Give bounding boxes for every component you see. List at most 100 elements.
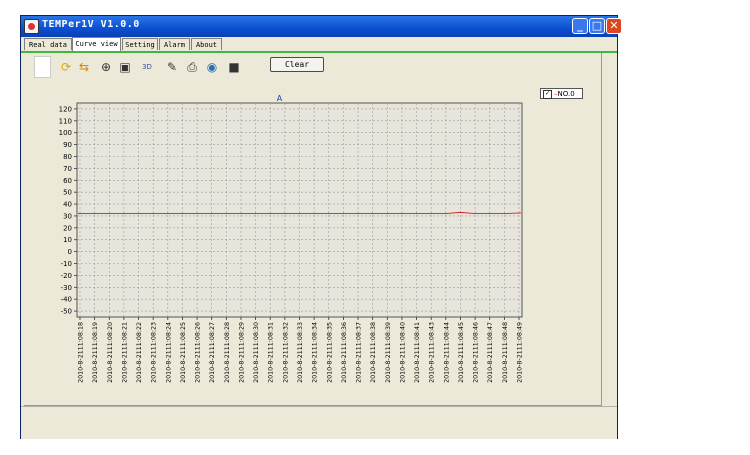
data-point — [225, 212, 227, 215]
x-tick-label: 2010-8-2111:08:49 — [517, 322, 524, 383]
y-tick-label: 100 — [59, 129, 72, 137]
x-tick-label: 2010-8-2111:08:34 — [312, 322, 319, 383]
y-tick-label: -20 — [61, 272, 72, 280]
y-tick-label: -30 — [61, 284, 72, 292]
move-icon[interactable]: ⇆ — [76, 59, 92, 75]
y-tick-label: 40 — [63, 201, 72, 209]
data-point — [328, 212, 330, 215]
x-tick-label: 2010-8-2111:08:18 — [78, 322, 85, 383]
y-tick-label: 70 — [63, 165, 72, 173]
y-tick-label: 90 — [63, 141, 72, 149]
chart-title: A — [277, 95, 283, 103]
data-point — [313, 212, 315, 215]
x-tick-label: 2010-8-2111:08:38 — [370, 322, 377, 383]
data-point — [386, 212, 388, 215]
save-icon[interactable]: ■ — [226, 59, 242, 75]
y-tick-label: 60 — [63, 177, 72, 185]
x-tick-label: 2010-8-2111:08:26 — [195, 322, 202, 383]
y-tick-label: 30 — [63, 212, 72, 220]
data-point — [255, 212, 257, 215]
y-tick-label: 110 — [59, 117, 72, 125]
x-tick-label: 2010-8-2111:08:27 — [209, 322, 216, 383]
x-tick-label: 2010-8-2111:08:36 — [341, 322, 348, 383]
y-tick-label: 120 — [59, 105, 72, 113]
data-point — [445, 212, 447, 215]
fit-icon[interactable]: ▣ — [117, 59, 133, 75]
data-point — [79, 212, 81, 215]
data-point — [269, 212, 271, 215]
y-tick-label: -40 — [61, 296, 72, 304]
tab-about[interactable]: About — [191, 38, 222, 50]
3d-icon[interactable]: 3D — [139, 59, 155, 75]
x-tick-label: 2010-8-2111:08:23 — [151, 322, 158, 383]
y-tick-label: 0 — [68, 248, 72, 256]
y-tick-label: 50 — [63, 189, 72, 197]
y-tick-label: 20 — [63, 224, 72, 232]
curve-chart: A1201101009080706050403020100-10-20-30-4… — [59, 95, 524, 383]
zoom-in-icon[interactable]: ⊕ — [98, 59, 114, 75]
data-point — [503, 212, 505, 215]
data-point — [401, 212, 403, 215]
tab-alarm[interactable]: Alarm — [159, 38, 190, 50]
curve-view-panel: ⟳ ⇆ ⊕ ▣ 3D ✎ ⎙ ◉ ■ Clear ✓ –NO.0 A 120 110 1… — [24, 53, 602, 406]
refresh-icon[interactable]: ⟳ — [58, 59, 74, 75]
x-tick-label: 2010-8-2111:08:32 — [282, 322, 289, 383]
x-tick-label: 2010-8-2111:08:35 — [326, 322, 333, 383]
x-tick-label: 2010-8-2111:08:48 — [502, 322, 509, 383]
x-tick-label: 2010-8-2111:08:43 — [429, 322, 436, 383]
x-tick-label: 2010-8-2111:08:29 — [238, 322, 245, 383]
data-point — [372, 212, 374, 215]
data-point — [152, 212, 154, 215]
data-point — [430, 212, 432, 215]
data-point — [196, 212, 198, 215]
data-point — [108, 212, 110, 215]
maximize-button[interactable]: □ — [589, 18, 605, 34]
x-tick-label: 2010-8-2111:08:44 — [443, 322, 450, 383]
print-icon[interactable]: ⎙ — [184, 59, 200, 75]
x-tick-label: 2010-8-2111:08:20 — [107, 322, 114, 383]
title-bar[interactable]: TEMPer1V V1.0.0 _ □ ✕ — [21, 16, 622, 37]
tab-real-data[interactable]: Real data — [24, 38, 72, 50]
data-point — [459, 211, 462, 213]
data-point — [123, 212, 125, 215]
close-button[interactable]: ✕ — [606, 18, 622, 34]
y-tick-label: 10 — [63, 236, 72, 244]
x-tick-label: 2010-8-2111:08:33 — [297, 322, 304, 383]
minimize-button[interactable]: _ — [572, 18, 588, 34]
export-icon[interactable]: ◉ — [204, 59, 220, 75]
x-tick-label: 2010-8-2111:08:37 — [356, 322, 363, 383]
tab-setting[interactable]: Setting — [122, 38, 158, 50]
data-point — [211, 212, 213, 215]
data-point — [167, 212, 169, 215]
data-point — [137, 212, 140, 215]
x-tick-label: 2010-8-2111:08:46 — [473, 322, 480, 383]
x-tick-label: 2010-8-2111:08:31 — [268, 322, 275, 383]
app-icon — [24, 19, 39, 34]
data-point — [342, 212, 344, 215]
data-point — [284, 212, 286, 215]
data-point — [474, 212, 476, 215]
x-tick-label: 2010-8-2111:08:22 — [136, 322, 143, 383]
x-tick-label: 2010-8-2111:08:47 — [487, 322, 494, 383]
data-point — [415, 212, 418, 215]
x-tick-label: 2010-8-2111:08:40 — [399, 322, 406, 383]
data-point — [357, 212, 359, 215]
tab-curve-view[interactable]: Curve view — [72, 37, 121, 51]
x-tick-label: 2010-8-2111:08:24 — [165, 322, 172, 383]
x-tick-label: 2010-8-2111:08:41 — [414, 322, 421, 383]
blank-icon[interactable] — [34, 56, 51, 78]
status-bar — [21, 406, 617, 439]
window-title: TEMPer1V V1.0.0 — [42, 19, 140, 30]
data-point — [181, 212, 184, 215]
x-tick-label: 2010-8-2111:08:45 — [458, 322, 465, 383]
x-tick-label: 2010-8-2111:08:25 — [180, 322, 187, 383]
app-window: TEMPer1V V1.0.0 _ □ ✕ Real data Curve vi… — [20, 15, 622, 439]
data-point — [240, 212, 242, 215]
clear-button[interactable]: Clear — [270, 57, 324, 72]
data-point — [518, 212, 520, 214]
x-tick-label: 2010-8-2111:08:39 — [385, 322, 392, 383]
y-tick-label: -10 — [61, 260, 72, 268]
chart-edit-icon[interactable]: ✎ — [164, 59, 180, 75]
x-tick-label: 2010-8-2111:08:28 — [224, 322, 231, 383]
data-point — [489, 212, 491, 215]
